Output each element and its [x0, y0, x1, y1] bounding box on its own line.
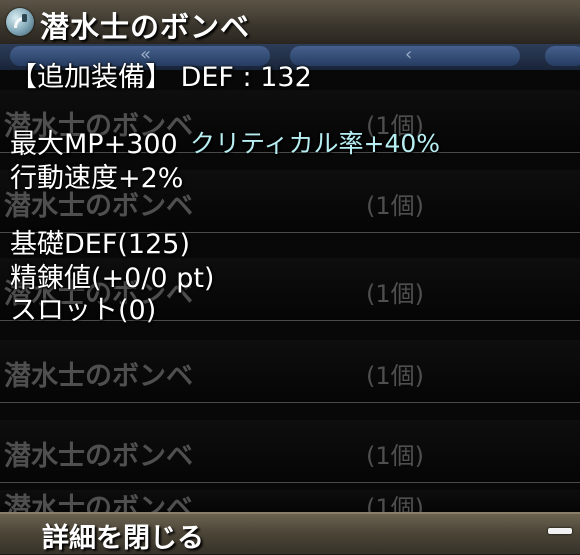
- crit-rate-stat: クリティカル率+40%: [190, 129, 441, 158]
- slot-stat: スロット(0): [10, 295, 157, 326]
- item-title: 潜水士のボンベ: [40, 10, 251, 44]
- action-speed-stat: 行動速度+2%: [10, 163, 184, 194]
- item-header: 潜水士のボンベ: [0, 0, 580, 46]
- detail-overlay: 【追加装備】 DEF : 132 最大MP+300 クリティカル率+40% 行動…: [0, 62, 580, 512]
- item-list: 潜水士のボンベ (1個) 潜水士のボンベ (1個) 潜水士のボンベ (1個) 潜…: [0, 62, 580, 524]
- diving-tank-icon: [6, 8, 34, 36]
- added-equipment-stat: 【追加装備】 DEF : 132: [10, 62, 312, 93]
- minus-icon[interactable]: [548, 528, 572, 534]
- close-details-bar[interactable]: 詳細を閉じる: [0, 512, 580, 554]
- left-arrow-icon[interactable]: ‹: [405, 44, 412, 65]
- close-details-button[interactable]: 詳細を閉じる: [42, 516, 204, 555]
- nav-tab-edge[interactable]: [545, 46, 580, 66]
